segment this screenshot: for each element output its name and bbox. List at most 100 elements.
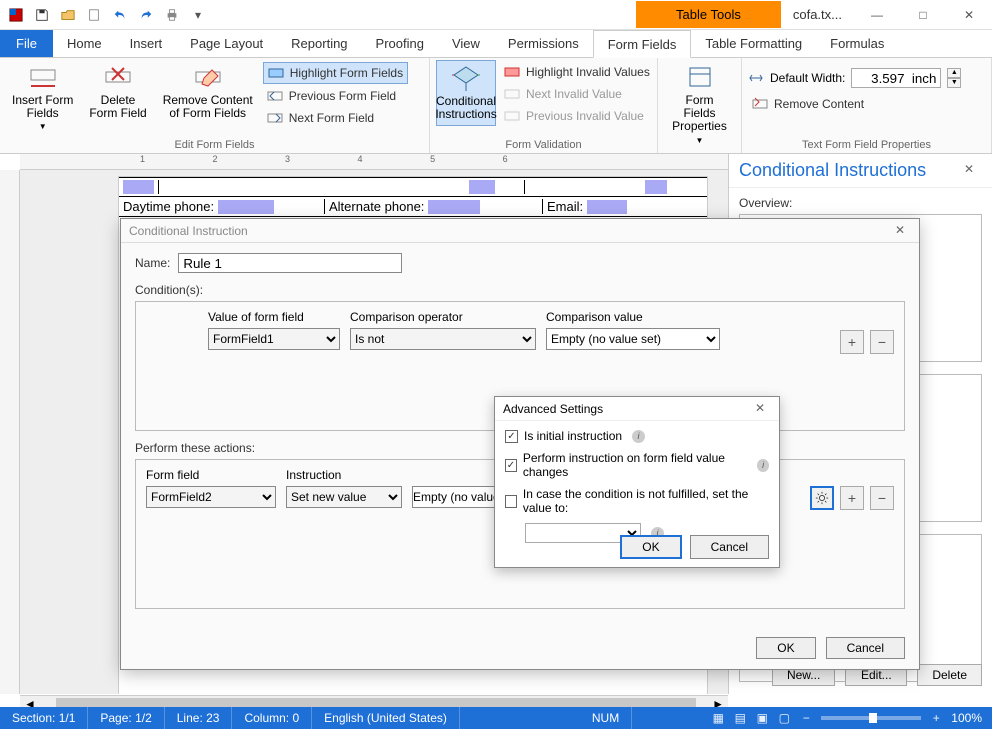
help-icon[interactable]: i bbox=[632, 430, 645, 443]
form-fields-properties-button[interactable]: Form Fields Properties ▼ bbox=[664, 60, 735, 149]
conditions-label: Condition(s): bbox=[135, 283, 905, 297]
remove-content-button-2[interactable]: Remove Content bbox=[748, 94, 868, 114]
new-icon[interactable] bbox=[82, 3, 106, 27]
dialog-cancel-button[interactable]: Cancel bbox=[826, 637, 905, 659]
remove-content-button[interactable]: Remove Content of Form Fields bbox=[157, 60, 259, 124]
condition-value-select[interactable]: Empty (no value set) bbox=[546, 328, 720, 350]
initial-instruction-checkbox[interactable]: ✓ bbox=[505, 430, 518, 443]
view-mode-icon-4[interactable]: ▢ bbox=[777, 711, 791, 725]
open-icon[interactable] bbox=[56, 3, 80, 27]
remove-condition-button[interactable]: − bbox=[870, 330, 894, 354]
advanced-ok-button[interactable]: OK bbox=[620, 535, 681, 559]
group-text-form-field-properties: Text Form Field Properties bbox=[748, 137, 985, 153]
group-edit-form-fields: Edit Form Fields bbox=[6, 137, 423, 153]
app-icon bbox=[4, 3, 28, 27]
action-formfield-select[interactable]: FormField2 bbox=[146, 486, 276, 508]
tab-form-fields[interactable]: Form Fields bbox=[593, 30, 692, 58]
initial-instruction-label: Is initial instruction bbox=[524, 429, 622, 443]
previous-form-field-button[interactable]: Previous Form Field bbox=[263, 86, 408, 106]
add-condition-button[interactable]: + bbox=[840, 330, 864, 354]
tab-view[interactable]: View bbox=[438, 30, 494, 57]
view-mode-icon-3[interactable]: ▣ bbox=[755, 711, 769, 725]
else-value-checkbox[interactable] bbox=[505, 495, 517, 508]
highlight-icon bbox=[268, 65, 284, 81]
name-label: Name: bbox=[135, 256, 170, 270]
name-input[interactable] bbox=[178, 253, 402, 273]
delete-form-field-icon bbox=[104, 64, 132, 92]
width-icon bbox=[748, 70, 764, 86]
action-instruction-select[interactable]: Set new value bbox=[286, 486, 402, 508]
tab-table-formatting[interactable]: Table Formatting bbox=[691, 30, 816, 57]
undo-icon[interactable] bbox=[108, 3, 132, 27]
zoom-out-icon[interactable]: − bbox=[799, 711, 813, 725]
next-form-field-button[interactable]: Next Form Field bbox=[263, 108, 408, 128]
vertical-ruler bbox=[0, 170, 20, 694]
save-icon[interactable] bbox=[30, 3, 54, 27]
redo-icon[interactable] bbox=[134, 3, 158, 27]
panel-title: Conditional Instructions bbox=[739, 160, 926, 181]
dialog-close-icon[interactable]: ✕ bbox=[895, 223, 911, 239]
minimize-icon[interactable]: — bbox=[854, 0, 900, 30]
zoom-in-icon[interactable]: + bbox=[929, 711, 943, 725]
horizontal-ruler bbox=[20, 154, 728, 170]
dialog-ok-button[interactable]: OK bbox=[756, 637, 815, 659]
ribbon: Insert Form Fields ▼ Delete Form Field R… bbox=[0, 58, 992, 154]
advanced-cancel-button[interactable]: Cancel bbox=[690, 535, 769, 559]
view-mode-icon-2[interactable]: ▤ bbox=[733, 711, 747, 725]
status-page: Page: 1/2 bbox=[88, 707, 164, 729]
close-icon[interactable]: ✕ bbox=[946, 0, 992, 30]
zoom-slider[interactable] bbox=[821, 716, 921, 720]
highlight-invalid-icon bbox=[504, 64, 520, 80]
zoom-value: 100% bbox=[951, 711, 982, 725]
print-icon[interactable] bbox=[160, 3, 184, 27]
dialog-title: Conditional Instruction bbox=[129, 224, 248, 238]
highlight-invalid-button[interactable]: Highlight Invalid Values bbox=[500, 62, 654, 82]
advanced-settings-dialog: Advanced Settings ✕ ✓ Is initial instruc… bbox=[494, 396, 780, 568]
width-spinner[interactable]: ▲▼ bbox=[947, 68, 961, 88]
conditional-instructions-button[interactable]: Conditional Instructions bbox=[436, 60, 496, 126]
insert-form-fields-icon bbox=[29, 64, 57, 92]
condition-formfield-select[interactable]: FormField1 bbox=[208, 328, 340, 350]
prev-icon bbox=[267, 88, 283, 104]
advanced-close-icon[interactable]: ✕ bbox=[755, 401, 771, 417]
add-action-button[interactable]: + bbox=[840, 486, 864, 510]
hdr-op-label: Comparison operator bbox=[350, 310, 536, 324]
panel-close-icon[interactable]: ✕ bbox=[964, 162, 982, 180]
status-num: NUM bbox=[580, 707, 632, 729]
highlight-form-fields-button[interactable]: Highlight Form Fields bbox=[263, 62, 408, 84]
window-controls: — □ ✕ bbox=[854, 0, 992, 30]
help-icon[interactable]: i bbox=[757, 459, 769, 472]
status-section: Section: 1/1 bbox=[0, 707, 88, 729]
delete-button[interactable]: Delete bbox=[917, 664, 982, 686]
menu-bar: File Home Insert Page Layout Reporting P… bbox=[0, 30, 992, 58]
email-label: Email: bbox=[547, 199, 583, 214]
previous-invalid-button[interactable]: Previous Invalid Value bbox=[500, 106, 654, 126]
remove-action-button[interactable]: − bbox=[870, 486, 894, 510]
tab-formulas[interactable]: Formulas bbox=[816, 30, 898, 57]
maximize-icon[interactable]: □ bbox=[900, 0, 946, 30]
dropdown-icon: ▼ bbox=[696, 136, 704, 145]
advanced-settings-button[interactable] bbox=[810, 486, 834, 510]
tab-proofing[interactable]: Proofing bbox=[362, 30, 438, 57]
tab-page-layout[interactable]: Page Layout bbox=[176, 30, 277, 57]
status-column: Column: 0 bbox=[232, 707, 312, 729]
condition-operator-select[interactable]: Is not bbox=[350, 328, 536, 350]
else-value-label: In case the condition is not fulfilled, … bbox=[523, 487, 769, 515]
next-invalid-button[interactable]: Next Invalid Value bbox=[500, 84, 654, 104]
tab-insert[interactable]: Insert bbox=[116, 30, 177, 57]
view-mode-icon-1[interactable]: ▦ bbox=[711, 711, 725, 725]
previous-invalid-icon bbox=[504, 108, 520, 124]
default-width-input[interactable] bbox=[851, 68, 941, 88]
default-width-label: Default Width: bbox=[770, 71, 845, 85]
tab-home[interactable]: Home bbox=[53, 30, 116, 57]
tab-reporting[interactable]: Reporting bbox=[277, 30, 361, 57]
qa-dropdown-icon[interactable]: ▾ bbox=[186, 3, 210, 27]
delete-form-field-button[interactable]: Delete Form Field bbox=[83, 60, 152, 124]
insert-form-fields-button[interactable]: Insert Form Fields ▼ bbox=[6, 60, 79, 135]
tab-file[interactable]: File bbox=[0, 30, 53, 57]
remove-content-icon bbox=[194, 64, 222, 92]
group-form-validation: Form Validation bbox=[436, 137, 651, 153]
on-value-change-checkbox[interactable]: ✓ bbox=[505, 459, 517, 472]
tab-permissions[interactable]: Permissions bbox=[494, 30, 593, 57]
advanced-title: Advanced Settings bbox=[503, 402, 603, 416]
